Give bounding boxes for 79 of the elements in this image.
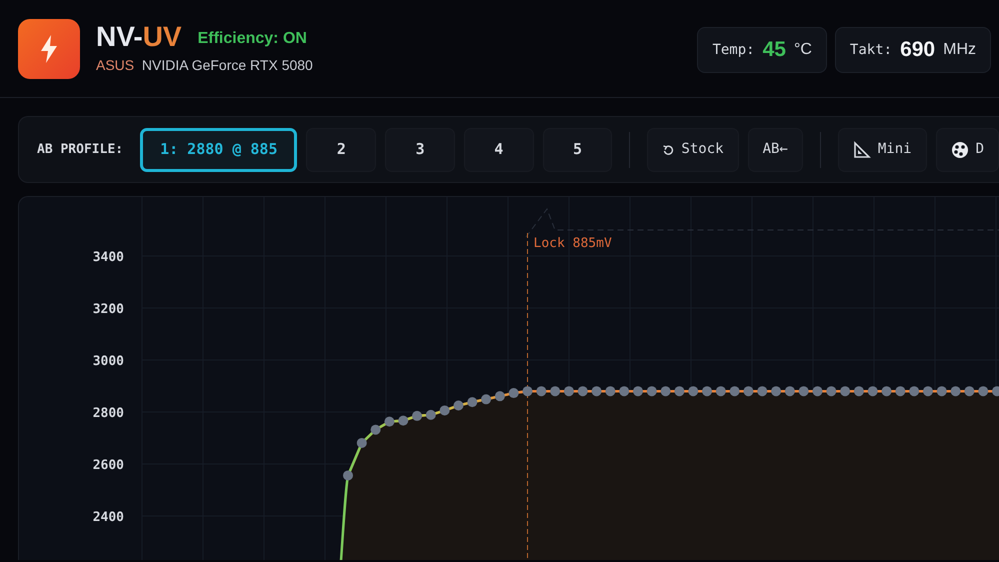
curve-point[interactable] xyxy=(812,386,822,396)
curve-point[interactable] xyxy=(384,416,394,427)
y-axis-label: 3000 xyxy=(92,354,124,370)
gpu-name: NVIDIA GeForce RTX 5080 xyxy=(142,57,313,73)
curve-point[interactable] xyxy=(909,386,920,396)
curve-point[interactable] xyxy=(508,388,519,398)
vendor-name: ASUS xyxy=(96,57,134,73)
curve-point[interactable] xyxy=(688,386,698,396)
curve-point[interactable] xyxy=(398,416,408,426)
curve-point[interactable] xyxy=(771,386,782,396)
curve-point[interactable] xyxy=(592,386,602,396)
stat-unit: MHz xyxy=(943,40,976,60)
curve-point[interactable] xyxy=(757,386,768,396)
curve-point[interactable] xyxy=(522,386,532,396)
lock-label: Lock 885mV xyxy=(534,236,612,251)
toolbar-button[interactable]: D xyxy=(936,128,999,172)
toolbar-button[interactable]: Stock xyxy=(647,128,739,172)
profile-button[interactable]: 2 xyxy=(306,128,376,172)
curve-point[interactable] xyxy=(412,410,422,421)
app-title: NV-UV xyxy=(96,23,182,51)
curve-point[interactable] xyxy=(895,386,906,396)
curve-point[interactable] xyxy=(743,386,754,396)
y-axis-label: 2600 xyxy=(92,458,124,474)
ruler-icon xyxy=(852,140,871,158)
curve-point[interactable] xyxy=(467,397,478,408)
y-axis-label: 3400 xyxy=(92,250,124,266)
curve-point[interactable] xyxy=(964,386,974,396)
stat-value: 45 xyxy=(762,37,786,64)
profile-label: AB PROFILE: xyxy=(37,140,124,159)
curve-point[interactable] xyxy=(882,386,892,396)
curve-point[interactable] xyxy=(356,438,367,448)
curve-point[interactable] xyxy=(536,386,546,396)
profile-button[interactable]: 5 xyxy=(542,128,612,172)
curve-point[interactable] xyxy=(605,386,616,396)
curve-point[interactable] xyxy=(798,386,809,396)
toolbar-button[interactable]: AB← xyxy=(748,128,803,172)
lightning-icon xyxy=(38,34,60,64)
curve-point[interactable] xyxy=(426,410,436,420)
profile-button[interactable]: 3 xyxy=(385,128,455,172)
curve-point[interactable] xyxy=(494,391,505,402)
stat-unit: °C xyxy=(794,40,812,60)
curve-point[interactable] xyxy=(674,386,684,396)
stat-label: Temp: xyxy=(712,40,755,60)
curve-point[interactable] xyxy=(702,386,712,396)
curve-point[interactable] xyxy=(619,386,630,396)
reset-icon xyxy=(662,144,674,156)
curve-point[interactable] xyxy=(826,386,836,396)
curve-point[interactable] xyxy=(564,386,574,396)
curve-point[interactable] xyxy=(660,386,671,396)
curve-point[interactable] xyxy=(978,386,988,396)
stat-label: Takt: xyxy=(850,40,892,60)
curve-point[interactable] xyxy=(550,386,560,396)
profile-button[interactable]: 1: 2880 @ 885 xyxy=(140,128,298,172)
curve-point[interactable] xyxy=(343,470,353,480)
y-axis-label: 3200 xyxy=(92,302,124,318)
curve-point[interactable] xyxy=(716,386,726,396)
curve-point[interactable] xyxy=(632,386,643,396)
y-axis-label: 2800 xyxy=(92,406,124,422)
toolbar-button[interactable]: Mini xyxy=(838,128,927,172)
curve-point[interactable] xyxy=(936,386,947,396)
curve-point[interactable] xyxy=(840,386,850,396)
curve-point[interactable] xyxy=(481,394,492,404)
curve-point[interactable] xyxy=(868,386,878,396)
curve-point[interactable] xyxy=(370,424,381,435)
stat-value: 690 xyxy=(900,37,936,64)
curve-point[interactable] xyxy=(950,386,961,396)
curve-point[interactable] xyxy=(646,386,657,396)
y-axis-label: 2400 xyxy=(92,510,124,526)
palette-icon xyxy=(950,140,969,158)
profile-button[interactable]: 4 xyxy=(464,128,534,172)
curve-point[interactable] xyxy=(440,405,450,416)
curve-point[interactable] xyxy=(922,386,933,396)
curve-point[interactable] xyxy=(992,386,999,396)
curve-point[interactable] xyxy=(578,386,588,396)
curve-point[interactable] xyxy=(784,386,795,396)
curve-point[interactable] xyxy=(453,400,464,411)
curve-point[interactable] xyxy=(730,386,740,396)
efficiency-status: Efficiency: ON xyxy=(198,29,307,49)
curve-point[interactable] xyxy=(854,386,864,396)
